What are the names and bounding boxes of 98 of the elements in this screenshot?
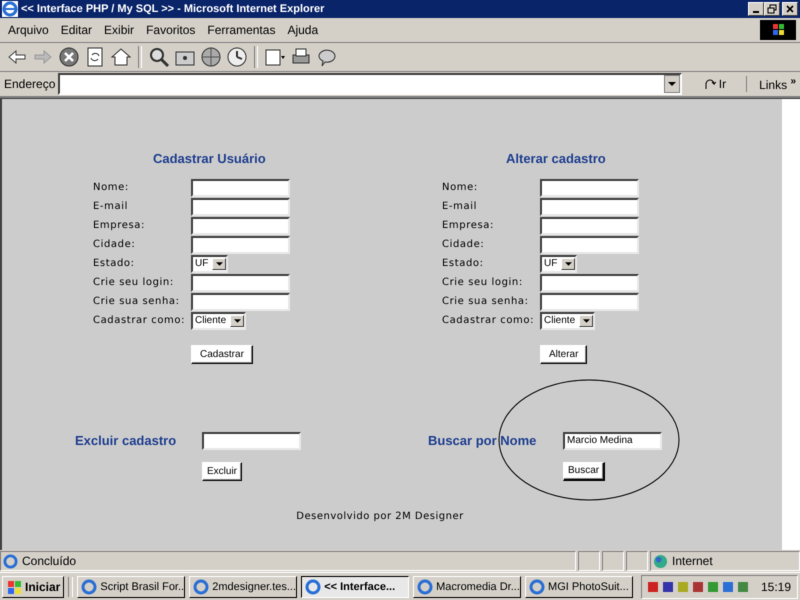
field-label: Crie seu login: <box>93 276 174 290</box>
taskbar-button[interactable]: Script Brasil For... <box>77 576 186 598</box>
stop-icon[interactable] <box>58 46 80 68</box>
menu-item[interactable]: Editar <box>54 22 98 37</box>
address-label: Endereço <box>4 76 56 91</box>
field-label: Nome: <box>93 180 129 195</box>
submit-button[interactable]: Alterar <box>540 344 588 364</box>
tray-icon[interactable] <box>690 580 705 594</box>
field-label: Estado: <box>93 256 135 271</box>
dropdown-icon <box>579 314 594 327</box>
status-pane <box>626 551 648 572</box>
menu-item[interactable]: Ferramentas <box>201 22 282 37</box>
field-label: Empresa: <box>93 218 145 233</box>
menu-item[interactable]: Favoritos <box>140 22 202 37</box>
menu-item[interactable]: Ajuda <box>281 22 324 37</box>
taskbar-button[interactable]: << Interface... <box>301 576 410 598</box>
status-pane <box>602 551 624 572</box>
field-label: Empresa: <box>442 218 494 233</box>
field-label: E-mail <box>93 200 128 214</box>
start-button[interactable]: Iniciar <box>2 576 64 598</box>
taskbar-button[interactable]: Macromedia Dr... <box>413 576 522 598</box>
footer-text: Desenvolvido por 2M Designer <box>295 510 465 522</box>
app-icon <box>81 578 98 594</box>
input-field[interactable] <box>191 274 290 292</box>
browser-icon <box>2 0 18 17</box>
menu-item[interactable]: Exibir <box>98 22 140 37</box>
status-text: Concluído <box>22 554 76 568</box>
section-title: Excluir cadastro <box>75 433 178 448</box>
input-field[interactable] <box>540 198 639 216</box>
form-title: Alterar cadastro <box>505 150 607 168</box>
field-label: Cidade: <box>93 238 136 252</box>
input-field[interactable] <box>191 292 290 311</box>
tray-icon[interactable] <box>720 580 735 594</box>
field-label: Cadastrar como: <box>442 314 534 328</box>
tray-icon[interactable] <box>736 580 750 594</box>
field-label: Cadastrar como: <box>93 314 186 328</box>
dropdown-icon <box>212 258 226 270</box>
app-icon <box>193 578 210 594</box>
dropdown-icon <box>561 258 576 270</box>
windows-logo-icon <box>6 580 22 594</box>
input-field[interactable] <box>191 198 290 216</box>
search-button[interactable]: Buscar <box>563 462 606 481</box>
status-pane <box>578 551 600 572</box>
clock: 15:19 <box>760 580 791 594</box>
globe-icon <box>653 554 668 569</box>
taskbar-button[interactable]: MGI PhotoSuit... <box>525 576 633 598</box>
field-label: Nome: <box>442 180 478 195</box>
input-field[interactable] <box>191 236 290 254</box>
field-label: Crie seu login: <box>442 276 523 290</box>
input-field[interactable] <box>540 236 639 254</box>
go-button[interactable]: Ir <box>698 76 732 92</box>
restore-button[interactable] <box>764 2 780 16</box>
search-field[interactable]: Marcio Medina <box>563 432 662 450</box>
restore-icon <box>767 4 777 14</box>
tray-icon[interactable] <box>646 580 660 594</box>
app-icon <box>529 578 546 594</box>
field-label: Crie sua senha: <box>442 294 529 309</box>
select-field[interactable]: Cliente <box>191 312 246 330</box>
search-icon[interactable] <box>148 46 170 68</box>
field-label: Estado: <box>442 256 484 271</box>
tray-icon[interactable] <box>660 580 675 594</box>
taskbar-button[interactable]: 2mdesigner.tes... <box>189 576 298 598</box>
minimize-button[interactable] <box>748 2 764 16</box>
select-field[interactable]: UF <box>191 254 228 273</box>
go-arrow-icon <box>704 78 716 90</box>
links-button[interactable]: Links $^{»}$ <box>746 76 800 92</box>
dropdown-icon <box>664 74 680 93</box>
globe-icon[interactable] <box>200 46 222 68</box>
app-icon <box>417 578 434 594</box>
select-field[interactable]: UF <box>540 254 578 273</box>
address-field[interactable] <box>58 72 682 95</box>
page-icon <box>3 554 18 569</box>
close-icon <box>785 4 795 14</box>
home-icon[interactable] <box>110 46 132 68</box>
windows-logo-icon <box>760 20 796 40</box>
input-field[interactable] <box>540 216 639 235</box>
menu-item[interactable]: Arquivo <box>2 22 55 37</box>
field-label: E-mail <box>442 200 477 214</box>
window-title: << Interface PHP / My SQL >> - Microsoft Internet Explorer <box>21 2 326 15</box>
delete-button[interactable]: Excluir <box>202 462 242 481</box>
input-field[interactable] <box>540 292 639 311</box>
clock-icon[interactable] <box>226 46 248 68</box>
submit-button[interactable]: Cadastrar <box>191 344 253 364</box>
section-title: Buscar por Nome <box>428 433 538 448</box>
input-field[interactable] <box>191 178 290 197</box>
input-field[interactable] <box>191 216 290 235</box>
zone-text: Internet <box>672 554 713 568</box>
field-label: Crie sua senha: <box>93 294 180 309</box>
minimize-icon <box>753 10 759 13</box>
input-field[interactable] <box>540 178 639 197</box>
dropdown-icon <box>230 314 244 327</box>
field-label: Cidade: <box>442 238 484 252</box>
close-button[interactable] <box>782 2 798 16</box>
select-field[interactable]: Cliente <box>540 312 596 330</box>
app-icon <box>305 578 322 594</box>
input-field[interactable] <box>540 274 639 292</box>
input-field[interactable] <box>202 432 301 450</box>
form-title: Cadastrar Usuário <box>152 150 267 168</box>
